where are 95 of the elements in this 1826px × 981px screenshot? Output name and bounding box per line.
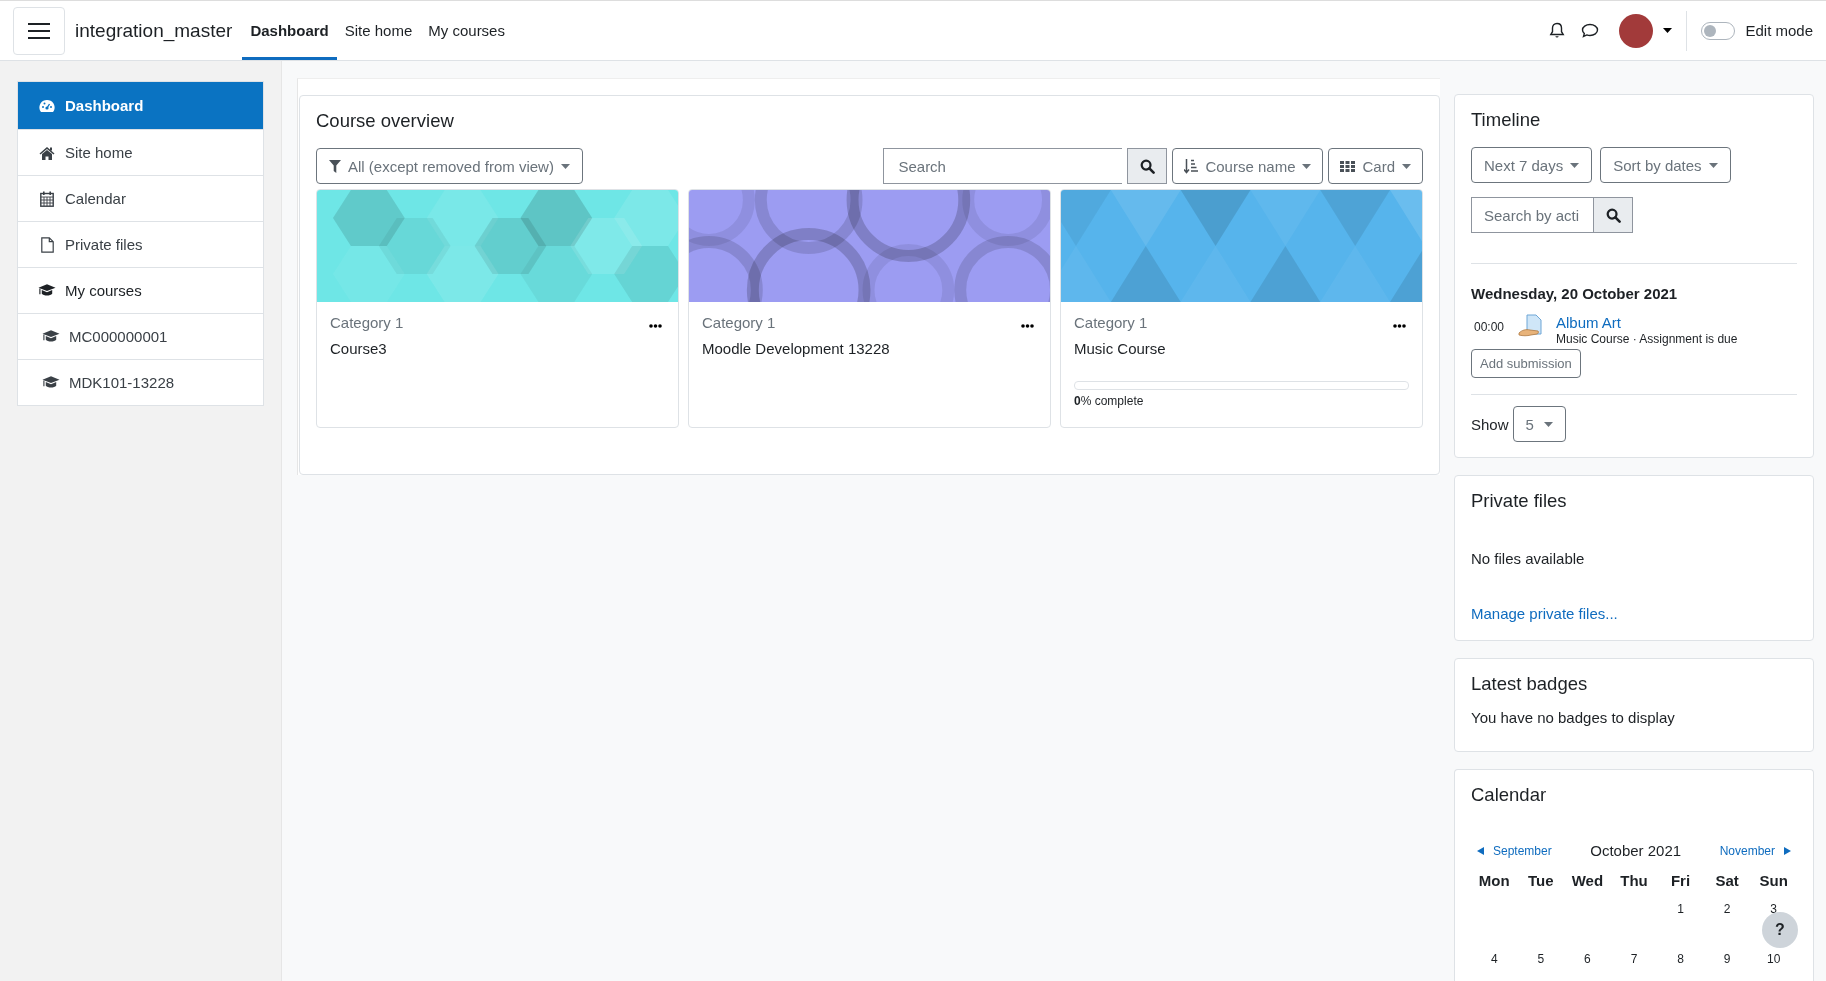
- event-date: Wednesday, 20 October 2021: [1471, 285, 1678, 302]
- sort-dropdown[interactable]: Sort by dates: [1600, 147, 1731, 183]
- event-details: Music Course · Assignment is due: [1556, 332, 1738, 346]
- filter-icon: [329, 159, 341, 173]
- sidebar-item[interactable]: MDK101-13228: [18, 359, 263, 405]
- search-button[interactable]: [1127, 148, 1168, 184]
- course-name-link[interactable]: Moodle Development 13228: [702, 340, 890, 357]
- weekday-header: Fri: [1670, 871, 1691, 889]
- user-menu-button[interactable]: [1619, 13, 1673, 48]
- page-size-dropdown[interactable]: 5: [1512, 406, 1566, 442]
- block-title: Latest badges: [1471, 673, 1589, 695]
- ellipsis-icon: [1021, 324, 1034, 328]
- view-dropdown[interactable]: Card: [1328, 148, 1423, 184]
- ellipsis-icon: [1393, 324, 1406, 328]
- house-icon: [39, 145, 55, 160]
- sort-icon: [1184, 158, 1199, 174]
- caret-icon: [1402, 163, 1411, 169]
- edit-mode-label: Edit mode: [1745, 22, 1813, 39]
- caret-icon: [1708, 162, 1718, 168]
- sidebar-item[interactable]: Site home: [18, 129, 263, 175]
- course-card[interactable]: Category 1 Music Course 0% complete: [1060, 189, 1423, 428]
- calendar-icon: [40, 190, 54, 207]
- weekday-header: Tue: [1528, 871, 1554, 889]
- weekday-header: Thu: [1620, 871, 1648, 889]
- graduation-cap-icon: [38, 283, 56, 298]
- month-title: October 2021: [1590, 842, 1682, 859]
- show-label: Show: [1471, 415, 1509, 433]
- search-icon: [1139, 158, 1155, 174]
- menu-icon: [28, 22, 50, 39]
- course-category: Category 1: [702, 314, 776, 331]
- graduation-cap-icon: [42, 375, 60, 390]
- nav-tab[interactable]: Site home: [336, 4, 421, 60]
- weekday-header: Wed: [1571, 871, 1604, 889]
- event-time: 00:00: [1473, 320, 1506, 334]
- avatar: [1619, 13, 1654, 48]
- menu-button[interactable]: [13, 6, 65, 55]
- right-arrow-icon: [1784, 846, 1791, 855]
- calendar-day[interactable]: 10: [1767, 952, 1781, 966]
- site-name: integration_master: [75, 19, 233, 42]
- nav-tab[interactable]: My courses: [420, 4, 513, 60]
- sort-dropdown[interactable]: Course name: [1172, 148, 1324, 184]
- sidebar-item[interactable]: Calendar: [18, 175, 263, 221]
- block-title: Timeline: [1471, 109, 1542, 131]
- calendar-day[interactable]: 2: [1723, 902, 1731, 916]
- calendar-day[interactable]: 7: [1630, 952, 1638, 966]
- caret-icon: [560, 163, 570, 169]
- search-button[interactable]: [1593, 197, 1633, 233]
- calendar-day[interactable]: 6: [1584, 952, 1591, 966]
- caret-icon: [1302, 163, 1312, 169]
- caret-icon: [1543, 421, 1553, 427]
- chat-icon[interactable]: [1581, 23, 1600, 38]
- caret-icon: [1663, 28, 1673, 33]
- search-field[interactable]: Search by acti: [1471, 197, 1593, 233]
- calendar-day[interactable]: 5: [1537, 952, 1545, 966]
- gauge-icon: [39, 98, 55, 113]
- edit-mode-toggle[interactable]: [1701, 21, 1736, 40]
- manage-files-link[interactable]: Manage private files...: [1471, 605, 1618, 622]
- search-icon: [1605, 207, 1621, 223]
- block-title: Private files: [1471, 490, 1568, 512]
- next-month-link[interactable]: November: [1719, 843, 1791, 858]
- sidebar-item[interactable]: Dashboard: [18, 82, 263, 129]
- bell-icon[interactable]: [1549, 22, 1566, 39]
- course-card[interactable]: Category 1 Moodle Development 13228: [688, 189, 1051, 428]
- course-name-link[interactable]: Music Course: [1074, 340, 1166, 357]
- sidebar-item[interactable]: My courses: [18, 267, 263, 313]
- previous-month-link[interactable]: September: [1477, 843, 1552, 858]
- add-submission-button[interactable]: Add submission: [1471, 349, 1581, 378]
- caret-icon: [1570, 162, 1580, 168]
- date-range-dropdown[interactable]: Next 7 days: [1471, 147, 1593, 183]
- event-link[interactable]: Album Art: [1556, 314, 1622, 331]
- weekday-header: Sat: [1715, 871, 1739, 889]
- filter-dropdown[interactable]: All (except removed from view): [316, 148, 583, 184]
- course-category: Category 1: [330, 314, 404, 331]
- weekday-header: Sun: [1759, 871, 1788, 889]
- left-arrow-icon: [1477, 846, 1484, 855]
- calendar-day[interactable]: 4: [1490, 952, 1498, 966]
- sidebar-item[interactable]: Private files: [18, 221, 263, 267]
- block-title: Course overview: [316, 110, 455, 132]
- block-message: You have no badges to display: [1471, 709, 1675, 726]
- calendar-day[interactable]: 8: [1677, 952, 1684, 966]
- ellipsis-icon: [649, 324, 662, 328]
- block-message: No files available: [1471, 550, 1585, 567]
- progress-text: 0% complete: [1074, 394, 1144, 408]
- search-field[interactable]: Search: [883, 148, 1123, 184]
- calendar-day[interactable]: 1: [1677, 902, 1684, 916]
- course-card[interactable]: Category 1 Course3: [316, 189, 679, 428]
- calendar-day[interactable]: 9: [1723, 952, 1731, 966]
- course-name-link[interactable]: Course3: [330, 340, 387, 357]
- weekday-header: Mon: [1478, 871, 1510, 889]
- graduation-cap-icon: [42, 329, 60, 344]
- grid-icon: [1340, 160, 1356, 172]
- course-category: Category 1: [1074, 314, 1148, 331]
- block-title: Calendar: [1471, 784, 1548, 806]
- file-icon: [40, 236, 54, 253]
- sidebar-item[interactable]: MC000000001: [18, 313, 263, 359]
